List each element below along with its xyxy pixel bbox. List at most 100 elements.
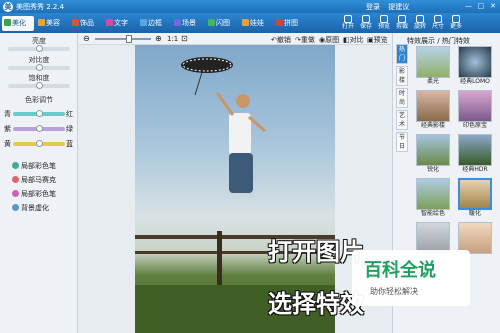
open-button[interactable]: 打开 [340, 15, 356, 33]
tab-hot[interactable]: 热门 [396, 44, 408, 64]
slider-knob[interactable] [35, 140, 43, 147]
frame-icon [140, 19, 147, 26]
tab-art[interactable]: 艺术 [396, 110, 408, 130]
tab-flash[interactable]: 闪图 [206, 16, 238, 31]
accessories-icon [72, 19, 79, 26]
title-links: 登录 提建议 [366, 2, 415, 12]
login-link[interactable]: 登录 [366, 3, 380, 11]
compare-button[interactable]: ◧对比 [343, 35, 364, 45]
watermark: 百科全说 助你轻松解决 [352, 250, 470, 306]
yellow-label: 黄 [4, 140, 11, 148]
jumping-girl [229, 113, 251, 155]
slider-knob[interactable] [35, 110, 43, 117]
effect-print[interactable]: 印色原宝 [455, 90, 495, 130]
window-controls: — □ ✕ [464, 1, 498, 11]
tab-studio[interactable]: 影楼 [396, 66, 408, 86]
effect-thumbnail [458, 46, 492, 78]
feedback-link[interactable]: 提建议 [388, 3, 409, 11]
yellow-blue-slider[interactable] [13, 140, 65, 147]
maximize-button[interactable]: □ [476, 1, 486, 11]
slider-knob[interactable] [35, 82, 43, 89]
red-label: 红 [66, 110, 73, 118]
collage-icon [276, 19, 283, 26]
color-pen-icon [12, 190, 19, 197]
effect-thumbnail [458, 134, 492, 166]
zoom-slider[interactable] [95, 35, 151, 43]
slider-knob[interactable] [35, 64, 43, 71]
effect-thumbnail [416, 90, 450, 122]
scene-icon [174, 19, 181, 26]
tab-beautify[interactable]: 美化 [2, 16, 34, 31]
rotate-button[interactable]: 旋转 [412, 15, 428, 33]
tab-fashion[interactable]: 时尚 [396, 88, 408, 108]
tab-doll[interactable]: 娃娃 [240, 16, 272, 31]
instruction-line-2: 选择特效 [268, 290, 364, 318]
fit-icon[interactable]: ⊡ [181, 34, 188, 43]
purple-green-slider[interactable] [13, 125, 65, 132]
background-blur-button[interactable]: 背景虚化 [12, 203, 49, 213]
zoom-in-icon[interactable]: ⊕ [155, 34, 162, 43]
save-button[interactable]: 保存 [358, 15, 374, 33]
doll-icon [242, 19, 249, 26]
effect-thumbnail [416, 134, 450, 166]
crop-button[interactable]: 剪裁 [394, 15, 410, 33]
effect-smart-color[interactable]: 智能绘色 [413, 178, 453, 218]
zoom-ratio[interactable]: 1:1 [167, 35, 178, 43]
flash-icon [208, 19, 215, 26]
effect-hdr[interactable]: 经典HDR [455, 134, 495, 174]
preview-icon [380, 15, 388, 23]
tab-makeup[interactable]: 美容 [36, 16, 68, 31]
open-icon [344, 15, 352, 23]
cyan-red-slider[interactable] [13, 110, 65, 117]
tab-festival[interactable]: 节日 [396, 132, 408, 152]
watermark-subtitle: 助你轻松解决 [370, 287, 418, 296]
zoom-knob[interactable] [125, 35, 132, 43]
tab-scene[interactable]: 场景 [172, 16, 204, 31]
effect-lomo[interactable]: 经典LOMO [455, 46, 495, 86]
more-button[interactable]: 更多 [448, 15, 464, 33]
slider-knob[interactable] [35, 125, 43, 132]
canvas-toolbar: ⊖ ⊕ 1:1 ⊡ ↶撤销 ↷重做 ◉原图 ◧对比 ▣预览 [79, 33, 391, 45]
zoom-out-icon[interactable]: ⊖ [83, 34, 90, 43]
close-button[interactable]: ✕ [488, 1, 498, 11]
compare-icon: ◧ [343, 36, 350, 44]
adjust-panel: 亮度 对比度 饱和度 色彩调节 青 红 紫 绿 黄 蓝 局部彩色笔 局部马赛克 … [0, 33, 78, 333]
redo-button[interactable]: ↷重做 [295, 35, 315, 45]
preview-canvas-button[interactable]: ▣预览 [367, 35, 388, 45]
local-mosaic-button[interactable]: 局部马赛克 [12, 175, 56, 185]
resize-icon [434, 15, 442, 23]
minimize-button[interactable]: — [464, 1, 474, 11]
effect-sharpen[interactable]: 锐化 [413, 134, 453, 174]
title-bar: 美 美图秀秀 2.2.4 登录 提建议 — □ ✕ [0, 0, 500, 13]
local-color-pen-2-button[interactable]: 局部彩色笔 [12, 189, 56, 199]
save-icon [362, 15, 370, 23]
brightness-slider[interactable] [8, 45, 70, 52]
more-icon [452, 15, 460, 23]
saturation-slider[interactable] [8, 82, 70, 89]
effects-showcase-label: 特效展示 [407, 37, 435, 45]
hot-effects-label: 热门特效 [441, 37, 470, 45]
slider-knob[interactable] [35, 45, 43, 52]
effect-thumbnail [458, 178, 492, 210]
tab-text[interactable]: 文字 [104, 16, 136, 31]
blur-icon [12, 204, 19, 211]
effect-soft-light[interactable]: 柔光 [413, 46, 453, 86]
undo-button[interactable]: ↶撤销 [271, 35, 291, 45]
tab-accessories[interactable]: 饰品 [70, 16, 102, 31]
effect-thumbnail [416, 46, 450, 78]
effect-studio[interactable]: 经典影楼 [413, 90, 453, 130]
purple-label: 紫 [4, 125, 11, 133]
tab-collage[interactable]: 拼图 [274, 16, 306, 31]
resize-button[interactable]: 尺寸 [430, 15, 446, 33]
local-color-pen-button[interactable]: 局部彩色笔 [12, 161, 56, 171]
preview-button[interactable]: 预览 [376, 15, 392, 33]
tab-frame[interactable]: 边框 [138, 16, 170, 31]
contrast-slider[interactable] [8, 64, 70, 71]
original-button[interactable]: ◉原图 [319, 35, 339, 45]
text-icon [106, 19, 113, 26]
effect-warm[interactable]: 暖化 [455, 178, 495, 218]
rotate-icon [416, 15, 424, 23]
effect-thumbnail [458, 90, 492, 122]
watermark-title: 百科全说 [364, 260, 436, 281]
main-toolbar: 美化 美容 饰品 文字 边框 场景 闪图 娃娃 拼图 打开 保存 预览 剪裁 旋… [0, 13, 500, 33]
